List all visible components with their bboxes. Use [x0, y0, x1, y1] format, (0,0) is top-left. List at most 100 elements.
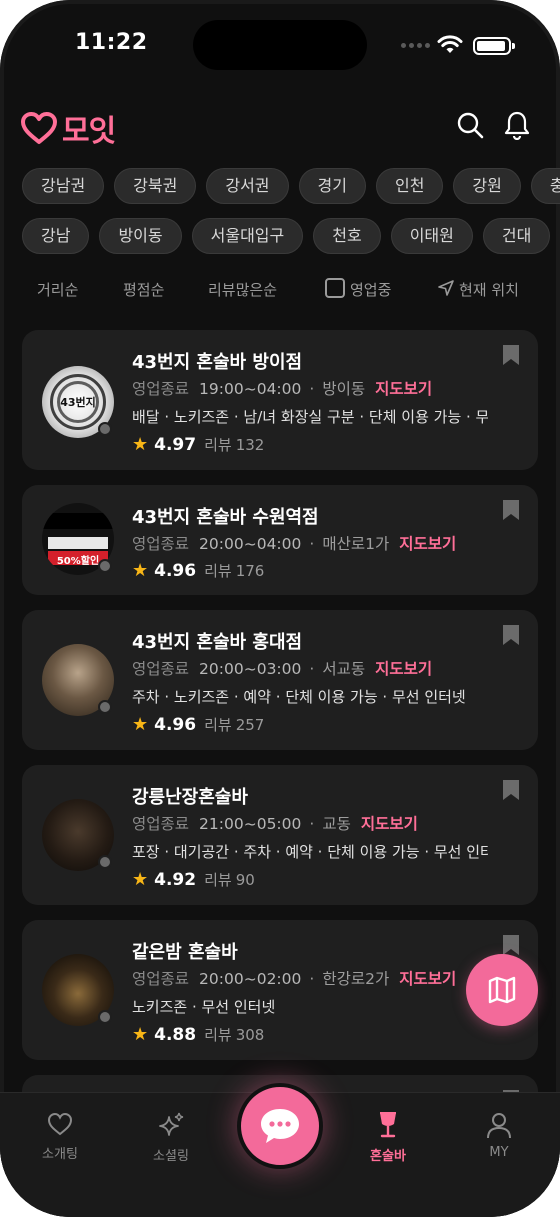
person-icon	[487, 1113, 511, 1139]
wifi-icon	[437, 35, 463, 53]
tab-solo-bar[interactable]: 혼술바	[348, 1111, 428, 1164]
bar-area: 매산로1가	[322, 535, 390, 553]
bar-rating: ★ 4.97 리뷰 132	[132, 434, 264, 455]
map-link[interactable]: 지도보기	[375, 660, 432, 678]
closed-status-dot	[98, 422, 112, 436]
sort-rating[interactable]: 평점순	[123, 279, 164, 300]
region-chip[interactable]: 강서권	[206, 168, 289, 204]
bookmark-icon[interactable]	[502, 934, 520, 956]
business-status: 영업종료	[132, 535, 190, 553]
business-status: 영업종료	[132, 380, 190, 398]
status-bar: 11:22	[0, 0, 560, 90]
star-icon: ★	[132, 1024, 149, 1045]
tab-blind-date[interactable]: 소개팅	[20, 1111, 100, 1162]
bar-meta: 영업종료 20:00~03:00 · 서교동 지도보기	[132, 660, 433, 678]
bar-rating: ★ 4.96 리뷰 176	[132, 560, 264, 581]
bookmark-icon[interactable]	[502, 779, 520, 801]
review-count: 132	[235, 435, 265, 454]
closed-status-dot	[98, 700, 112, 714]
rating-score: 4.92	[154, 869, 197, 890]
search-icon[interactable]	[455, 110, 485, 140]
bell-icon[interactable]	[502, 110, 532, 140]
bar-area: 교동	[322, 815, 351, 833]
map-icon	[488, 976, 516, 1004]
tab-label: 소셜링	[153, 1149, 189, 1164]
business-status: 영업종료	[132, 815, 190, 833]
tab-label: MY	[489, 1145, 509, 1160]
region-chip[interactable]: 강남권	[22, 168, 105, 204]
phone-screen: 11:22 모잇 강남권 강북권 강서권 경기 인천 강원 충 강남 방이동 서…	[0, 0, 560, 1217]
location-arrow-icon[interactable]	[437, 279, 455, 297]
review-label: 리뷰	[204, 436, 232, 454]
star-icon: ★	[132, 560, 149, 581]
review-label: 리뷰	[204, 716, 232, 734]
star-icon: ★	[132, 434, 149, 455]
bar-tags: 노키즈존 · 무선 인터넷	[132, 998, 276, 1016]
map-link[interactable]: 지도보기	[361, 815, 418, 833]
region-chip[interactable]: 인천	[375, 168, 444, 204]
bar-card[interactable]: 50%할인 43번지 혼술바 수원역점 영업종료 20:00~04:00 · 매산로1…	[22, 485, 538, 595]
tab-label: 혼술바	[370, 1149, 406, 1164]
business-hours: 21:00~05:00	[199, 815, 302, 833]
sort-reviews[interactable]: 리뷰많은순	[208, 279, 277, 300]
area-chip[interactable]: 강남	[22, 218, 90, 254]
tab-label: 소개팅	[42, 1147, 78, 1162]
map-link[interactable]: 지도보기	[399, 970, 456, 988]
area-chip[interactable]: 건대	[482, 218, 551, 254]
tab-socializing[interactable]: 소셜링	[131, 1111, 211, 1164]
bar-rating: ★ 4.96 리뷰 257	[132, 714, 264, 735]
review-label: 리뷰	[204, 562, 232, 580]
region-chip[interactable]: 충청	[530, 168, 560, 204]
bar-tags: 포장 · 대기공간 · 주차 · 예약 · 단체 이용 가능 · 무선 인터넷	[132, 843, 488, 861]
current-location-button[interactable]: 현재 위치	[459, 279, 519, 300]
logo-text: 모잇	[62, 114, 116, 149]
review-label: 리뷰	[204, 871, 232, 889]
area-chip[interactable]: 방이동	[99, 218, 182, 254]
closed-status-dot	[98, 559, 112, 573]
area-chip[interactable]: 서울대입구	[191, 218, 304, 254]
review-count: 90	[235, 870, 255, 889]
bar-rating: ★ 4.88 리뷰 308	[132, 1024, 264, 1045]
avatar-logo-text: 43번지	[60, 396, 96, 409]
battery-icon	[473, 37, 515, 55]
signal-icon	[401, 43, 430, 48]
business-status: 영업종료	[132, 970, 190, 988]
app-header: 모잇	[0, 100, 560, 150]
region-chip-row: 강남권 강북권 강서권 경기 인천 강원 충청	[22, 168, 560, 204]
business-hours: 20:00~02:00	[199, 970, 302, 988]
status-time: 11:22	[75, 30, 148, 55]
bar-area: 한강로2가	[322, 970, 390, 988]
bookmark-icon[interactable]	[502, 499, 520, 521]
bookmark-icon[interactable]	[502, 624, 520, 646]
bookmark-icon[interactable]	[502, 344, 520, 366]
open-now-checkbox[interactable]	[325, 278, 345, 298]
region-chip[interactable]: 강북권	[114, 168, 197, 204]
bar-card[interactable]: 43번지 43번지 혼술바 방이점 영업종료 19:00~04:00 · 방이동 지도보…	[22, 330, 538, 470]
business-hours: 20:00~03:00	[199, 660, 302, 678]
star-icon: ★	[132, 869, 149, 890]
area-chip[interactable]: 이태원	[390, 218, 473, 254]
sort-distance[interactable]: 거리순	[37, 279, 78, 300]
map-link[interactable]: 지도보기	[399, 535, 456, 553]
bar-meta: 영업종료 19:00~04:00 · 방이동 지도보기	[132, 380, 433, 398]
bar-card[interactable]: 같은밤 혼술바 영업종료 20:00~02:00 · 한강로2가 지도보기 노키즈존 ·…	[22, 920, 538, 1060]
heart-logo-icon	[21, 112, 57, 144]
dynamic-island	[193, 20, 367, 70]
star-icon: ★	[132, 714, 149, 735]
area-chip[interactable]: 천호	[313, 218, 381, 254]
tab-my[interactable]: MY	[459, 1111, 539, 1160]
bar-name: 같은밤 혼술바	[132, 942, 238, 963]
region-chip[interactable]: 경기	[298, 168, 366, 204]
rating-score: 4.96	[154, 714, 197, 735]
map-view-button[interactable]	[466, 954, 538, 1026]
bar-card[interactable]: 43번지 혼술바 홍대점 영업종료 20:00~03:00 · 서교동 지도보기 주차 …	[22, 610, 538, 750]
business-status: 영업종료	[132, 660, 190, 678]
region-chip[interactable]: 강원	[453, 168, 521, 204]
bar-meta: 영업종료 20:00~04:00 · 매산로1가 지도보기	[132, 535, 457, 553]
rating-score: 4.97	[154, 434, 197, 455]
chat-button[interactable]	[237, 1083, 323, 1169]
app-logo[interactable]: 모잇	[20, 106, 116, 150]
bar-card[interactable]: 강릉난장혼술바 영업종료 21:00~05:00 · 교동 지도보기 포장 · 대기공간…	[22, 765, 538, 905]
map-link[interactable]: 지도보기	[375, 380, 432, 398]
review-label: 리뷰	[204, 1026, 232, 1044]
